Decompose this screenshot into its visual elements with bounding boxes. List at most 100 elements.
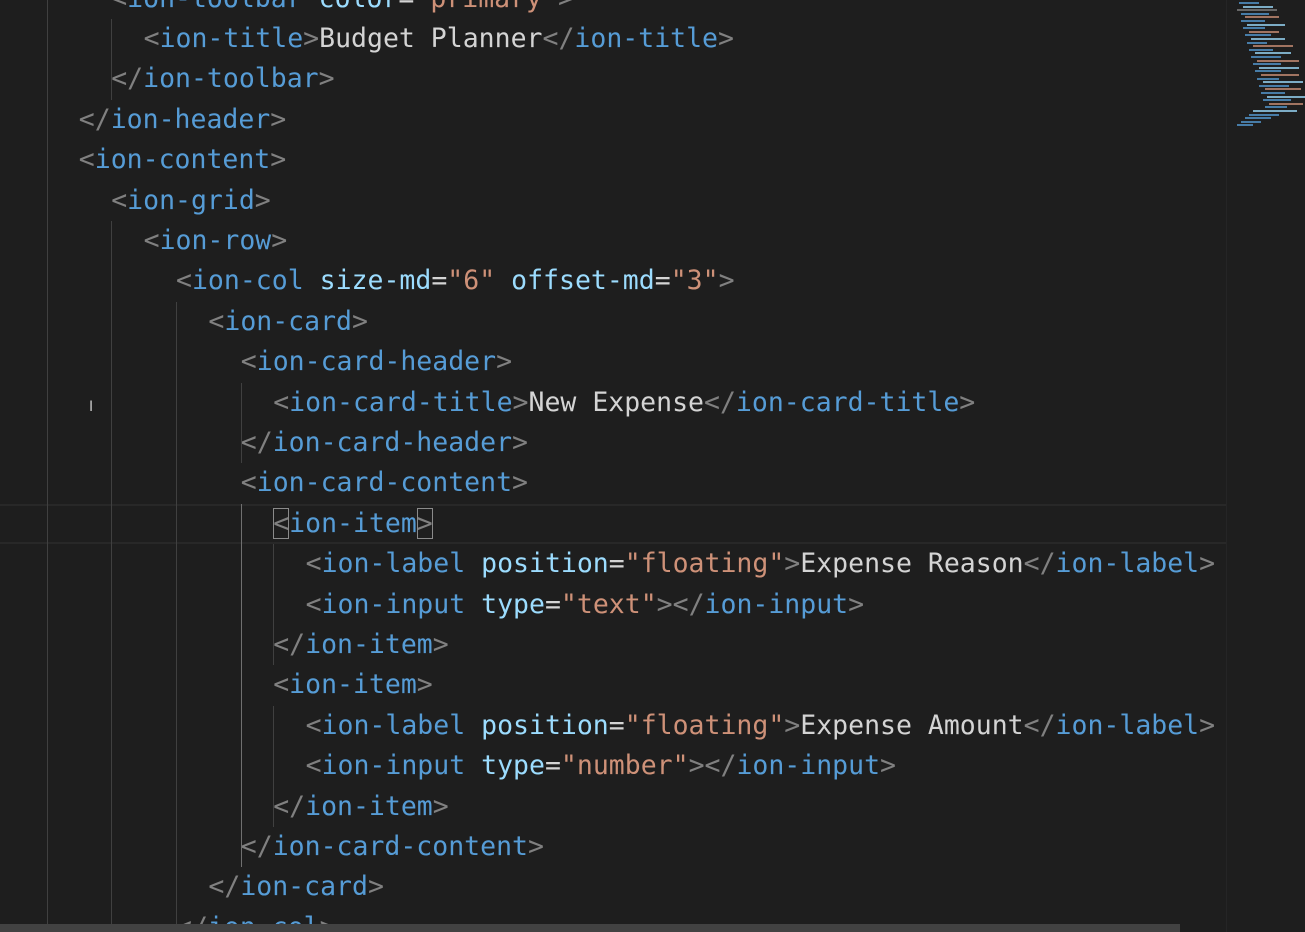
minimap-line — [1265, 106, 1287, 109]
text-content: Expense Reason — [800, 548, 1024, 580]
code-line[interactable]: </ion-card> — [0, 867, 384, 907]
tag-bracket: </ — [1023, 548, 1056, 580]
tag-name: ion-col — [191, 265, 304, 297]
minimap-line — [1241, 20, 1265, 22]
tag-bracket: > — [718, 22, 734, 54]
attribute-name: type — [481, 588, 545, 620]
tag-name: ion-label — [1055, 548, 1200, 580]
tag-bracket: > — [528, 830, 544, 862]
minimap-line — [1257, 77, 1279, 80]
indent-guide — [111, 220, 112, 932]
minimap-line — [1245, 117, 1271, 120]
indent-guide — [176, 301, 177, 932]
code-line[interactable]: <ion-card> — [0, 302, 368, 342]
tag-name: ion-content — [94, 144, 271, 176]
minimap-line — [1257, 59, 1299, 62]
code-line[interactable]: <ion-card-title>New Expense</ion-card-ti… — [0, 383, 975, 423]
text-content — [304, 265, 320, 296]
text-content — [465, 750, 481, 781]
text-content: Budget Planner — [319, 22, 543, 54]
tag-name: ion-card-content — [272, 830, 528, 862]
code-line[interactable]: <ion-card-header> — [0, 342, 512, 382]
code-line[interactable]: </ion-item> — [0, 787, 449, 827]
tag-bracket: < — [305, 709, 322, 741]
code-line[interactable]: <ion-label position="floating">Expense R… — [0, 544, 1216, 584]
code-area[interactable]: <ion-toolbar color="primary"><ion-title>… — [0, 0, 1226, 932]
code-line[interactable]: <ion-row> — [0, 221, 288, 261]
attribute-name: size-md — [319, 265, 432, 297]
code-line[interactable]: <ion-label position="floating">Expense A… — [0, 706, 1216, 746]
tag-bracket: < — [208, 305, 225, 337]
minimap-line — [1253, 110, 1297, 112]
code-line[interactable]: </ion-toolbar> — [0, 59, 334, 99]
tag-bracket: > — [416, 669, 433, 701]
code-line[interactable]: <ion-card-content> — [0, 463, 528, 503]
code-line[interactable]: </ion-card-header> — [0, 423, 528, 463]
tag-bracket: > — [271, 224, 288, 256]
minimap-line — [1245, 16, 1279, 19]
minimap-line — [1253, 63, 1281, 66]
tag-bracket: > — [512, 386, 529, 418]
tag-bracket: < — [305, 750, 322, 782]
indent-guide — [241, 503, 242, 868]
indent-guide — [273, 544, 274, 666]
tag-name: ion-item — [305, 628, 433, 660]
attribute-value: "floating" — [624, 548, 785, 580]
equals-sign: = — [431, 265, 448, 297]
tag-name: ion-card — [224, 305, 352, 337]
minimap-line — [1251, 56, 1281, 58]
tag-bracket: < — [240, 467, 257, 499]
text-content: New Expense — [528, 386, 705, 418]
minimap-line — [1261, 92, 1285, 94]
equals-sign: = — [398, 0, 414, 14]
tag-name: ion-title — [574, 22, 719, 54]
minimap-line — [1237, 9, 1277, 12]
code-line-current[interactable]: <ion-item> — [0, 503, 1226, 545]
code-line[interactable]: </ion-card-content> — [0, 827, 544, 867]
horizontal-scrollbar[interactable] — [0, 924, 1180, 932]
attribute-name: offset-md — [511, 265, 655, 297]
minimap-line — [1249, 30, 1279, 33]
tag-name: ion-header — [110, 103, 271, 135]
tag-name: ion-card-title — [289, 386, 513, 418]
minimap-line — [1269, 102, 1303, 105]
code-editor[interactable]: <ion-toolbar color="primary"><ion-title>… — [0, 0, 1305, 932]
tag-bracket: < — [143, 22, 160, 54]
tag-bracket: < — [143, 224, 160, 256]
tag-bracket: > — [880, 750, 896, 782]
minimap[interactable] — [1226, 0, 1305, 932]
text-content — [465, 710, 481, 741]
indent-guide — [47, 0, 48, 932]
minimap-line — [1259, 84, 1289, 87]
tag-bracket: > — [959, 386, 976, 418]
attribute-value: "number" — [560, 750, 689, 782]
minimap-line — [1245, 34, 1271, 37]
tag-name: ion-input — [736, 750, 881, 782]
tag-name: ion-label — [1055, 709, 1200, 741]
tag-name: ion-card-title — [735, 386, 960, 418]
code-line[interactable]: <ion-content> — [0, 140, 286, 180]
tag-bracket: </ — [542, 22, 575, 54]
minimap-line — [1253, 45, 1293, 48]
tag-bracket: </ — [273, 628, 306, 660]
tag-name: ion-input — [704, 588, 849, 620]
code-line[interactable]: <ion-input type="text"></ion-input> — [0, 585, 865, 625]
tag-name: ion-card-header — [272, 426, 513, 458]
tag-bracket: > — [512, 426, 529, 458]
tag-bracket: > — [1199, 709, 1216, 741]
minimap-line — [1249, 48, 1273, 51]
tag-bracket: > — [1199, 548, 1216, 580]
code-line[interactable]: <ion-item> — [0, 665, 433, 705]
tag-bracket: > — [367, 871, 384, 903]
code-line[interactable]: </ion-item> — [0, 625, 449, 665]
minimap-line — [1237, 124, 1253, 127]
tag-bracket: > — [270, 144, 287, 176]
code-line[interactable]: <ion-toolbar color="primary"> — [0, 0, 574, 19]
code-line[interactable]: <ion-input type="number"></ion-input> — [0, 746, 896, 786]
tag-bracket: > — [784, 548, 801, 580]
tag-bracket: < — [305, 588, 322, 620]
tag-name: ion-label — [321, 548, 466, 580]
code-line[interactable]: <ion-grid> — [0, 181, 271, 221]
code-line[interactable]: </ion-header> — [0, 100, 286, 140]
tag-bracket: ></ — [656, 588, 705, 620]
